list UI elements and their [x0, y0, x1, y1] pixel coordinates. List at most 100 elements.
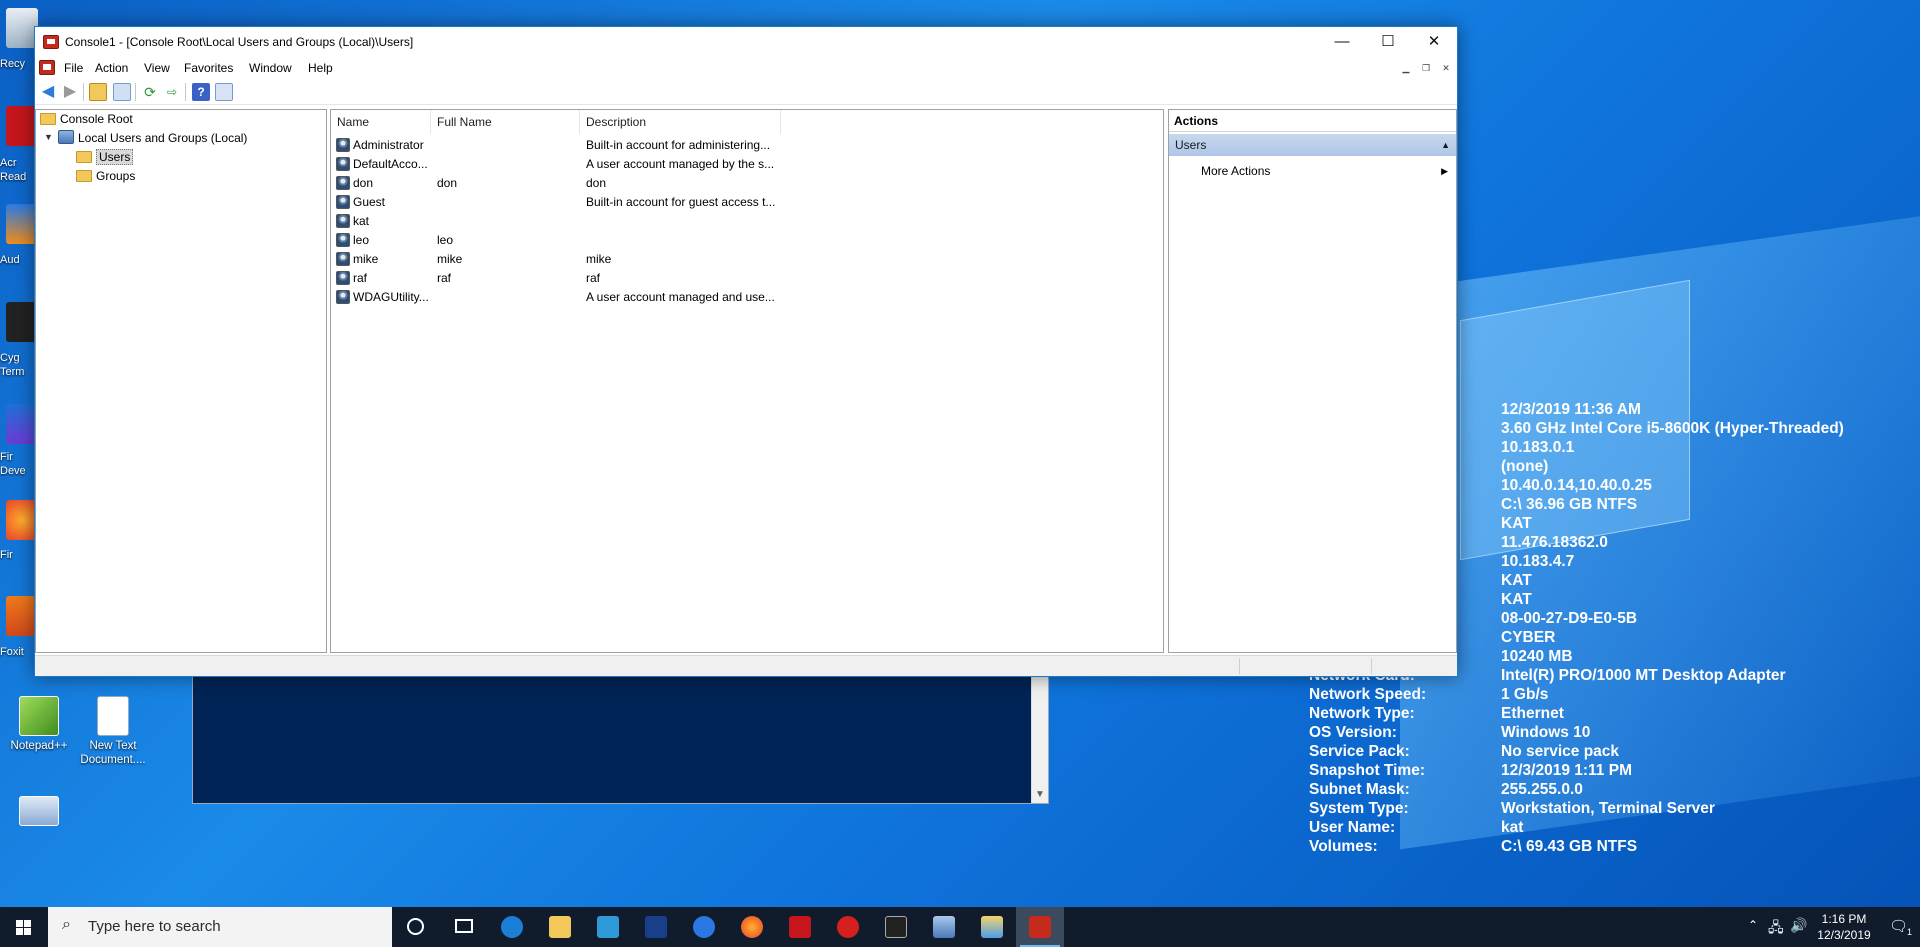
- notepad-plus-plus-icon: [19, 696, 59, 736]
- export-list-icon[interactable]: ⇨: [163, 83, 181, 101]
- tree-node-label: Local Users and Groups (Local): [78, 131, 248, 145]
- mmc-app-icon[interactable]: [43, 35, 59, 49]
- user-description-cell: A user account managed by the s...: [586, 157, 775, 171]
- bginfo-value: 12/3/2019 1:11 PM: [1501, 762, 1632, 779]
- user-list-row[interactable]: leo leo: [331, 231, 1163, 250]
- child-close-icon[interactable]: ✕: [1439, 61, 1453, 75]
- tree-node-console-root[interactable]: Console Root: [40, 110, 133, 128]
- more-actions-item[interactable]: More Actions ▶: [1169, 160, 1456, 182]
- tree-node-groups[interactable]: Groups: [76, 167, 135, 185]
- taskbar-edge[interactable]: [488, 907, 536, 947]
- user-name-cell: Guest: [336, 193, 431, 212]
- taskbar-powershell[interactable]: [632, 907, 680, 947]
- collapse-chevron-icon[interactable]: ▼: [44, 132, 53, 142]
- user-name-text: Guest: [353, 195, 386, 209]
- user-description-cell: mike: [586, 252, 612, 266]
- taskbar-acrobat[interactable]: [824, 907, 872, 947]
- more-actions-label: More Actions: [1201, 164, 1271, 178]
- child-minimize-icon[interactable]: ▁: [1399, 61, 1413, 75]
- column-header-name[interactable]: Name: [331, 110, 431, 134]
- tree-node-local-users-and-groups[interactable]: Local Users and Groups (Local): [58, 129, 247, 147]
- taskbar-mmc-console[interactable]: [1016, 907, 1064, 947]
- show-hide-console-tree-icon[interactable]: [113, 83, 131, 101]
- menu-favorites[interactable]: Favorites: [181, 60, 236, 76]
- menu-help[interactable]: Help: [305, 60, 336, 76]
- taskbar-control-panel[interactable]: [968, 907, 1016, 947]
- refresh-icon[interactable]: ⟳: [141, 83, 159, 101]
- action-center-icon[interactable]: 🗨: [1889, 917, 1908, 935]
- scroll-down-icon[interactable]: ▼: [1035, 789, 1045, 800]
- help-icon[interactable]: ?: [192, 83, 210, 101]
- taskbar-firefox-developer[interactable]: [680, 907, 728, 947]
- user-name-cell: WDAGUtility...: [336, 288, 431, 307]
- column-header-full-name[interactable]: Full Name: [431, 110, 580, 134]
- forward-arrow-icon[interactable]: ▶: [61, 83, 79, 101]
- volume-icon[interactable]: 🔊: [1790, 917, 1807, 934]
- vertical-scrollbar[interactable]: ▼: [1031, 673, 1048, 803]
- user-description-cell: raf: [586, 271, 601, 285]
- tree-node-users[interactable]: Users: [76, 148, 134, 166]
- bginfo-value: CYBER: [1501, 629, 1556, 646]
- maximize-button[interactable]: ☐: [1365, 27, 1411, 57]
- console-tree-pane[interactable]: Console Root ▼ Local Users and Groups (L…: [35, 109, 327, 653]
- background-powershell-window[interactable]: ▼: [192, 672, 1049, 804]
- up-one-level-icon[interactable]: [89, 83, 107, 101]
- show-hidden-icons-chevron-icon[interactable]: ⌃: [1748, 918, 1758, 932]
- user-account-icon: [336, 271, 350, 285]
- taskbar-file-explorer[interactable]: [536, 907, 584, 947]
- user-list-row[interactable]: kat: [331, 212, 1163, 231]
- bginfo-value: kat: [1501, 819, 1524, 836]
- collapse-up-icon[interactable]: ▲: [1441, 134, 1450, 156]
- taskbar-search-box[interactable]: ⌕ Type here to search: [48, 907, 392, 947]
- user-list-row[interactable]: raf raf raf: [331, 269, 1163, 288]
- bginfo-value: 10.183.4.7: [1501, 553, 1575, 570]
- menu-view[interactable]: View: [141, 60, 173, 76]
- menu-action[interactable]: Action: [92, 60, 131, 76]
- close-button[interactable]: ✕: [1411, 27, 1457, 57]
- bginfo-label: OS Version:: [1309, 724, 1397, 741]
- bginfo-value: C:\ 36.96 GB NTFS: [1501, 496, 1638, 513]
- minimize-button[interactable]: —: [1319, 27, 1365, 57]
- bginfo-label: Snapshot Time:: [1309, 762, 1425, 779]
- taskbar-command-prompt[interactable]: [872, 907, 920, 947]
- menu-window[interactable]: Window: [246, 60, 295, 76]
- firefox-dev-label-1: Fir: [0, 451, 13, 463]
- actions-section-users[interactable]: Users ▲: [1169, 134, 1456, 156]
- notepad-plus-plus-shortcut[interactable]: Notepad++: [0, 696, 78, 753]
- title-bar[interactable]: Console1 - [Console Root\Local Users and…: [35, 27, 1457, 57]
- user-description-cell: don: [586, 176, 607, 190]
- user-list-row[interactable]: Guest Built-in account for guest access t…: [331, 193, 1163, 212]
- taskbar-clock[interactable]: 1:16 PM 12/3/2019: [1808, 911, 1880, 943]
- user-list-row[interactable]: don don don: [331, 174, 1163, 193]
- child-restore-icon[interactable]: ❐: [1419, 61, 1433, 75]
- user-list-row[interactable]: DefaultAcco... A user account managed by …: [331, 155, 1163, 174]
- menu-file[interactable]: File: [61, 60, 86, 76]
- status-bar: [35, 655, 1457, 676]
- user-list-row[interactable]: Administrator Built-in account for admini…: [331, 136, 1163, 155]
- mmc-console-icon: [1029, 916, 1051, 938]
- taskbar-powershell-ise[interactable]: [584, 907, 632, 947]
- user-list-row[interactable]: WDAGUtility... A user account managed and…: [331, 288, 1163, 307]
- network-icon[interactable]: 🖧: [1768, 917, 1784, 941]
- control-panel-shortcut[interactable]: [0, 796, 78, 829]
- cortana-button[interactable]: [392, 907, 440, 947]
- new-text-document-shortcut[interactable]: New Text Document....: [74, 696, 152, 767]
- mmc-console-window[interactable]: Console1 - [Console Root\Local Users and…: [34, 26, 1458, 677]
- taskbar-firefox[interactable]: [728, 907, 776, 947]
- taskbar-network-tool[interactable]: [920, 907, 968, 947]
- taskbar-filezilla[interactable]: [776, 907, 824, 947]
- bginfo-value: No service pack: [1501, 743, 1620, 760]
- cortana-circle-icon: [407, 918, 424, 935]
- user-list-row[interactable]: mike mike mike: [331, 250, 1163, 269]
- show-hide-action-pane-icon[interactable]: [215, 83, 233, 101]
- user-account-icon: [336, 214, 350, 228]
- back-arrow-icon[interactable]: ◀: [39, 83, 57, 101]
- task-view-button[interactable]: [440, 907, 488, 947]
- column-header-description[interactable]: Description: [580, 110, 781, 134]
- console-system-menu-icon[interactable]: [39, 60, 55, 75]
- start-button[interactable]: [0, 907, 48, 947]
- bginfo-value: 1 Gb/s: [1501, 686, 1549, 703]
- bginfo-value: Windows 10: [1501, 724, 1591, 741]
- result-list-pane[interactable]: Name Full Name Description Administrator…: [330, 109, 1164, 653]
- user-name-text: kat: [353, 214, 370, 228]
